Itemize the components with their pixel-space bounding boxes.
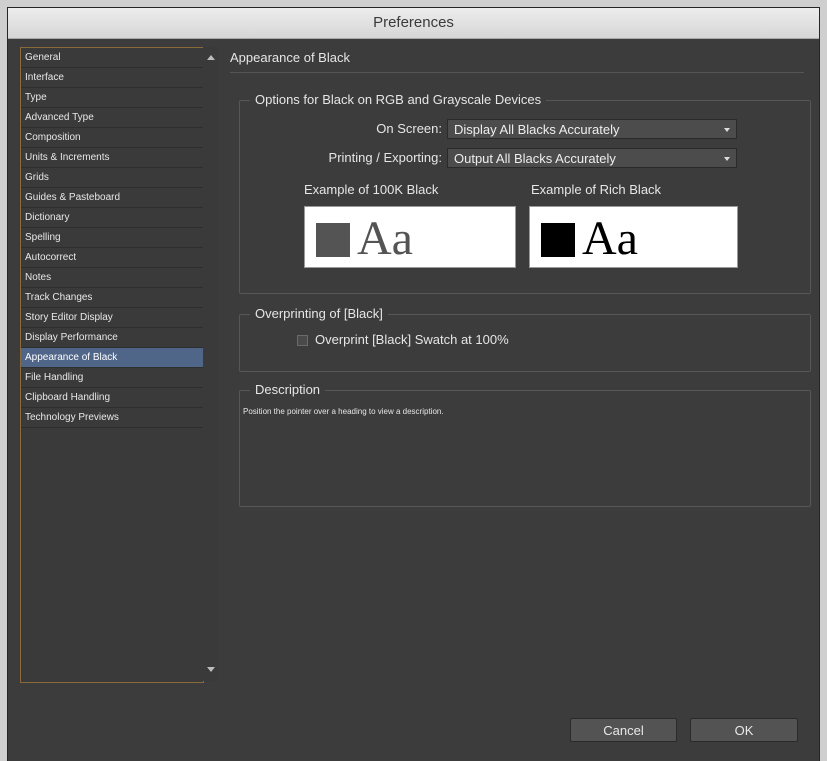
overprint-checkbox[interactable] (297, 335, 308, 346)
title-bar[interactable]: Preferences (8, 8, 819, 39)
description-group-legend: Description (250, 382, 326, 398)
ok-button[interactable]: OK (690, 718, 798, 742)
sidebar-item-type[interactable]: Type (21, 88, 203, 108)
options-group-legend: Options for Black on RGB and Grayscale D… (250, 92, 547, 108)
window-title: Preferences (373, 14, 454, 31)
scroll-down-icon[interactable] (207, 667, 215, 672)
swatch-rich-square (541, 223, 575, 257)
sidebar-scrollbar[interactable] (203, 47, 218, 681)
sidebar-item-display-performance[interactable]: Display Performance (21, 328, 203, 348)
sidebar-item-appearance-of-black[interactable]: Appearance of Black (21, 348, 203, 368)
sidebar-item-notes[interactable]: Notes (21, 268, 203, 288)
overprint-group-legend: Overprinting of [Black] (250, 306, 388, 322)
swatch-100k-text: Aa (357, 212, 413, 265)
sidebar-item-story-editor-display[interactable]: Story Editor Display (21, 308, 203, 328)
chevron-down-icon (724, 128, 730, 132)
on-screen-value: Display All Blacks Accurately (454, 122, 620, 137)
overprint-checkbox-label[interactable]: Overprint [Black] Swatch at 100% (315, 332, 509, 347)
printing-dropdown[interactable]: Output All Blacks Accurately (447, 148, 737, 168)
printing-label: Printing / Exporting: (328, 150, 442, 165)
sidebar-item-guides-pasteboard[interactable]: Guides & Pasteboard (21, 188, 203, 208)
sidebar-item-technology-previews[interactable]: Technology Previews (21, 408, 203, 428)
sidebar-item-interface[interactable]: Interface (21, 68, 203, 88)
example-rich-label: Example of Rich Black (531, 182, 662, 197)
sidebar-item-spelling[interactable]: Spelling (21, 228, 203, 248)
title-divider (230, 72, 804, 73)
swatch-rich-text: Aa (582, 212, 638, 265)
example-100k-preview: Aa (304, 206, 516, 268)
printing-value: Output All Blacks Accurately (454, 151, 616, 166)
chevron-down-icon (724, 157, 730, 161)
scroll-up-icon[interactable] (207, 55, 215, 60)
cancel-button[interactable]: Cancel (570, 718, 677, 742)
sidebar-item-autocorrect[interactable]: Autocorrect (21, 248, 203, 268)
page-title: Appearance of Black (230, 50, 350, 65)
on-screen-dropdown[interactable]: Display All Blacks Accurately (447, 119, 737, 139)
preferences-sidebar: General Interface Type Advanced Type Composi… (20, 47, 204, 683)
sidebar-item-dictionary[interactable]: Dictionary (21, 208, 203, 228)
sidebar-item-units-increments[interactable]: Units & Increments (21, 148, 203, 168)
on-screen-label: On Screen: (376, 121, 442, 136)
description-text: Position the pointer over a heading to v… (243, 407, 444, 416)
sidebar-item-track-changes[interactable]: Track Changes (21, 288, 203, 308)
swatch-100k-square (316, 223, 350, 257)
example-100k-label: Example of 100K Black (304, 182, 439, 197)
sidebar-item-clipboard-handling[interactable]: Clipboard Handling (21, 388, 203, 408)
example-rich-preview: Aa (529, 206, 738, 268)
sidebar-item-grids[interactable]: Grids (21, 168, 203, 188)
sidebar-item-file-handling[interactable]: File Handling (21, 368, 203, 388)
sidebar-item-general[interactable]: General (21, 48, 203, 68)
sidebar-item-composition[interactable]: Composition (21, 128, 203, 148)
sidebar-item-advanced-type[interactable]: Advanced Type (21, 108, 203, 128)
